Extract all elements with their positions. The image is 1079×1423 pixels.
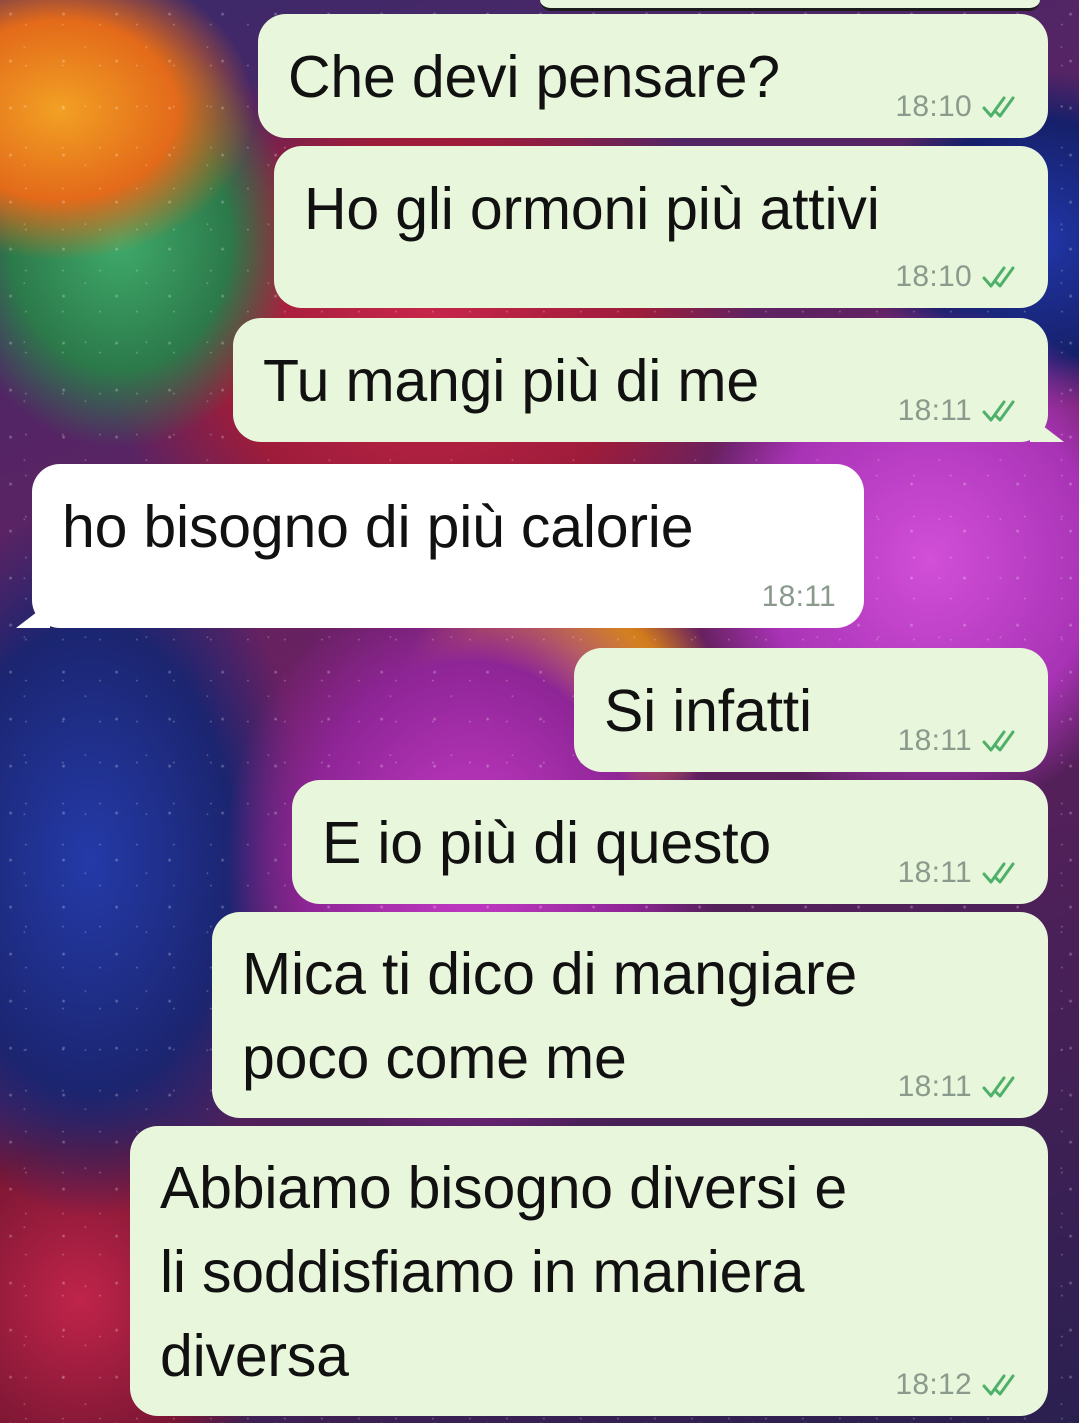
message-meta: 18:11 — [898, 394, 1026, 428]
outgoing-message[interactable]: Mica ti dico di mangiare poco come me 18… — [212, 912, 1048, 1118]
outgoing-message[interactable]: Che devi pensare? 18:10 — [258, 14, 1048, 138]
message-time: 18:12 — [895, 1368, 972, 1401]
message-meta: 18:12 — [895, 1368, 1026, 1402]
message-meta: 18:11 — [898, 856, 1026, 890]
outgoing-message[interactable]: Si infatti 18:11 — [574, 648, 1048, 772]
message-time: 18:10 — [895, 260, 972, 293]
message-time: 18:11 — [761, 580, 836, 613]
previous-message-edge[interactable] — [540, 0, 1040, 11]
message-time: 18:11 — [897, 856, 972, 889]
message-time: 18:11 — [897, 724, 972, 757]
outgoing-message[interactable]: E io più di questo 18:11 — [292, 780, 1048, 904]
message-meta: 18:11 — [762, 580, 836, 614]
outgoing-message[interactable]: Tu mangi più di me 18:11 — [233, 318, 1048, 442]
message-meta: 18:10 — [895, 260, 1026, 294]
outgoing-message[interactable]: Ho gli ormoni più attivi 18:10 — [274, 146, 1048, 308]
double-check-icon — [982, 1076, 1015, 1098]
double-check-icon — [982, 730, 1015, 752]
message-time: 18:11 — [897, 1070, 972, 1103]
double-check-icon — [982, 266, 1015, 288]
message-text: Abbiamo bisogno diversi e li soddisfiamo… — [160, 1155, 848, 1389]
message-meta: 18:11 — [898, 724, 1026, 758]
outgoing-message[interactable]: Abbiamo bisogno diversi e li soddisfiamo… — [130, 1126, 1048, 1416]
message-text: ho bisogno di più calorie — [62, 494, 694, 560]
incoming-message[interactable]: ho bisogno di più calorie 18:11 — [32, 464, 864, 628]
message-meta: 18:11 — [898, 1070, 1026, 1104]
message-meta: 18:10 — [895, 90, 1026, 124]
message-time: 18:11 — [897, 394, 972, 427]
double-check-icon — [982, 862, 1015, 884]
message-time: 18:10 — [895, 90, 972, 123]
double-check-icon — [982, 1374, 1015, 1396]
message-text: Ho gli ormoni più attivi — [304, 176, 880, 242]
double-check-icon — [982, 400, 1015, 422]
double-check-icon — [982, 96, 1015, 118]
